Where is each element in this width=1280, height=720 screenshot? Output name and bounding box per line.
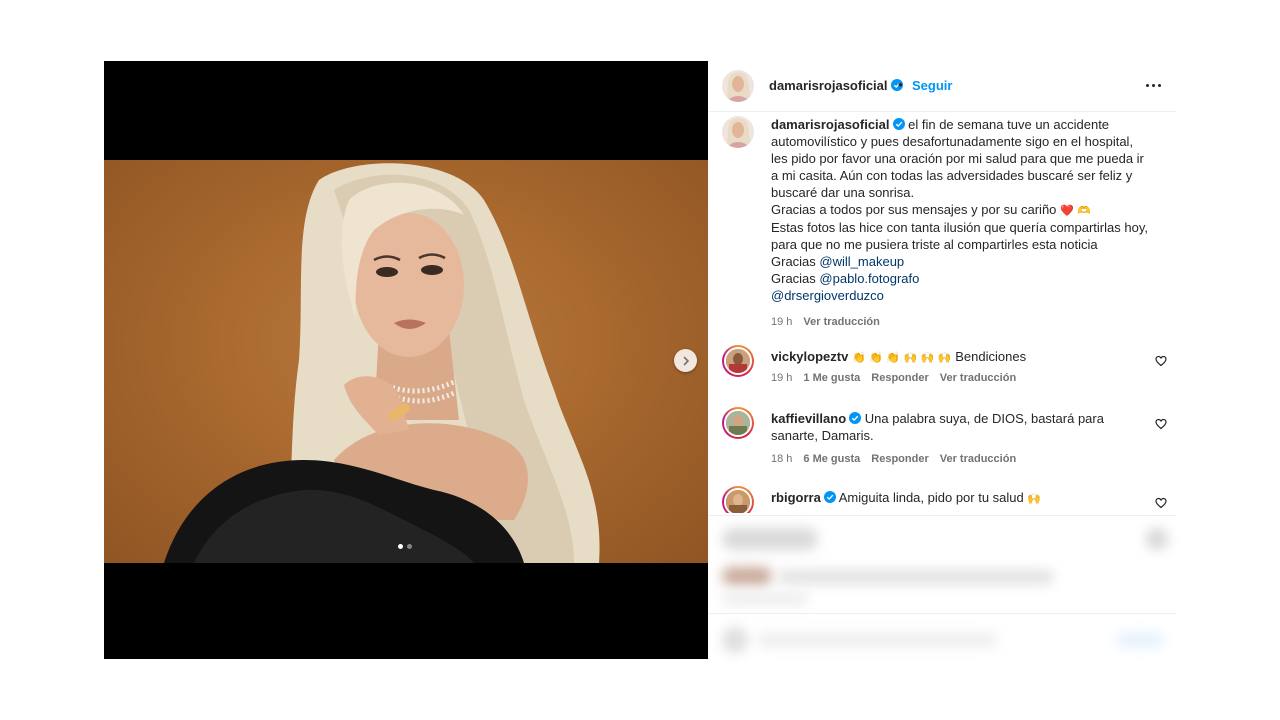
comment-avatar[interactable] — [722, 407, 754, 439]
translate-button[interactable]: Ver traducción — [940, 453, 1016, 465]
comment-text: Bendiciones — [955, 349, 1027, 364]
comment-avatar[interactable] — [722, 486, 754, 513]
comment-username[interactable]: rbigorra — [771, 490, 821, 505]
post-header: damarisrojasoficial • Seguir — [708, 61, 1176, 111]
comment-body: vickylopeztv 👏 👏 👏 🙌 🙌 🙌 Bendiciones — [771, 348, 1151, 366]
action-icons-blurred — [722, 528, 818, 550]
mention-drsergioverduzco[interactable]: @drsergioverduzco — [771, 288, 884, 303]
verified-badge-icon — [823, 491, 836, 503]
comment-likes[interactable]: 6 Me gusta — [803, 453, 860, 465]
comment-meta: 18 h 6 Me gusta Responder Ver traducción — [771, 453, 1016, 465]
verified-badge-icon — [849, 412, 862, 424]
translate-button[interactable]: Ver traducción — [940, 372, 1016, 384]
comment-username[interactable]: vickylopeztv — [771, 349, 848, 364]
comment-time[interactable]: 19 h — [771, 372, 792, 384]
author-username-text[interactable]: damarisrojasoficial — [769, 78, 888, 93]
carousel-indicator — [398, 544, 412, 549]
comment-item: rbigorra Amiguita linda, pido por tu sal… — [722, 486, 1167, 513]
caption-thanks-prefix-2: Gracias — [771, 271, 816, 286]
caption-thanks-line: Gracias a todos por sus mensajes y por s… — [771, 202, 1057, 217]
blurred-actions-area — [708, 515, 1176, 659]
caption-avatar[interactable] — [722, 116, 754, 148]
more-options-button[interactable] — [1144, 77, 1164, 93]
heart-outline-icon[interactable] — [1155, 355, 1167, 367]
comment-likes[interactable]: 1 Me gusta — [803, 372, 860, 384]
next-slide-button[interactable] — [674, 349, 697, 372]
caption-thanks-prefix-1: Gracias — [771, 254, 816, 269]
caption-photos-line: Estas fotos las hice con tanta ilusión q… — [771, 220, 1148, 252]
header-separator: • — [898, 77, 903, 92]
comment-input-divider — [708, 613, 1176, 614]
liked-by-avatars-blurred — [722, 567, 772, 585]
post-photo — [104, 160, 708, 563]
ellipsis-icon-dot — [1158, 84, 1161, 87]
carousel-dot-active — [398, 544, 403, 549]
caption-time[interactable]: 19 h — [771, 316, 792, 328]
comments-scroll-area[interactable]: damarisrojasoficial el fin de semana tuv… — [708, 111, 1176, 513]
raised-hands-emoji: 🙌 — [1027, 492, 1042, 505]
post-media — [104, 61, 708, 659]
heart-outline-icon[interactable] — [1155, 497, 1167, 509]
ellipsis-icon — [1146, 84, 1149, 87]
mention-pablo-fotografo[interactable]: @pablo.fotografo — [819, 271, 919, 286]
mention-will-makeup[interactable]: @will_makeup — [819, 254, 904, 269]
ellipsis-icon-dot — [1152, 84, 1155, 87]
caption-meta: 19 h Ver traducción — [771, 316, 880, 328]
reply-button[interactable]: Responder — [871, 453, 928, 465]
verified-badge-icon — [892, 118, 905, 130]
heart-outline-icon[interactable] — [1155, 418, 1167, 430]
comment-avatar[interactable] — [722, 345, 754, 377]
caption-username[interactable]: damarisrojasoficial — [771, 117, 890, 132]
follow-button[interactable]: Seguir — [912, 78, 952, 93]
author-avatar[interactable] — [722, 70, 754, 102]
comment-body: rbigorra Amiguita linda, pido por tu sal… — [771, 489, 1151, 507]
portrait-illustration — [164, 163, 600, 563]
post-date-blurred — [722, 593, 808, 605]
comment-input-blurred — [758, 633, 998, 647]
carousel-dot — [407, 544, 412, 549]
author-username[interactable]: damarisrojasoficial — [769, 78, 903, 93]
emoji-button-blurred — [722, 627, 748, 653]
comment-body: kaffievillano Una palabra suya, de DIOS,… — [771, 410, 1151, 444]
heart-emoji: ❤️ 🫶 — [1060, 204, 1091, 217]
save-icon-blurred — [1146, 528, 1168, 550]
reply-button[interactable]: Responder — [871, 372, 928, 384]
liked-by-text-blurred — [778, 570, 1054, 584]
comment-username[interactable]: kaffievillano — [771, 411, 846, 426]
comment-text: Amiguita linda, pido por tu salud — [838, 490, 1024, 505]
clap-emoji: 👏 👏 👏 🙌 🙌 🙌 — [851, 351, 952, 364]
comment-meta: 19 h 1 Me gusta Responder Ver traducción — [771, 372, 1016, 384]
post-side-panel: damarisrojasoficial • Seguir damarisroja… — [708, 61, 1176, 659]
comment-item: vickylopeztv 👏 👏 👏 🙌 🙌 🙌 Bendiciones 19 … — [722, 345, 1167, 395]
comment-time[interactable]: 18 h — [771, 453, 792, 465]
post-button-blurred — [1116, 633, 1164, 647]
caption-body: damarisrojasoficial el fin de semana tuv… — [771, 116, 1151, 304]
caption: damarisrojasoficial el fin de semana tuv… — [722, 116, 1162, 328]
comment-item: kaffievillano Una palabra suya, de DIOS,… — [722, 407, 1167, 467]
caption-translate-button[interactable]: Ver traducción — [803, 316, 879, 328]
chevron-right-icon — [683, 356, 689, 365]
